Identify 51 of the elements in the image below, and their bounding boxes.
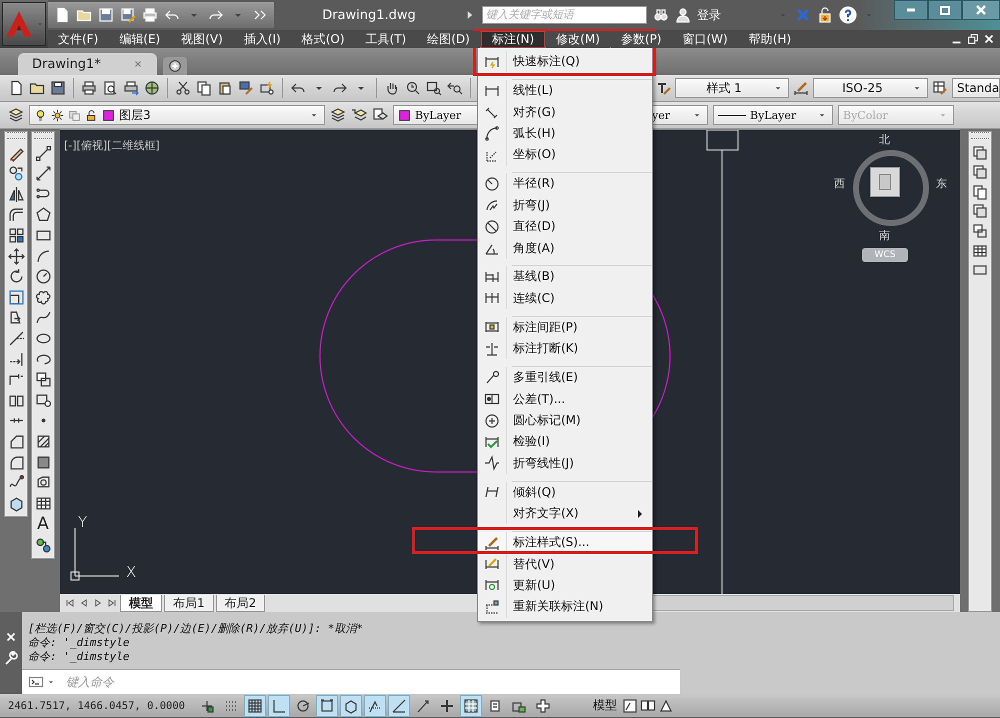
history-line: 命令: '_dimstyle [28,650,130,664]
menu-option[interactable]: 替代(V) [478,553,652,575]
menu-option[interactable]: 半径(R) [478,173,652,195]
x-axis-label: X [126,564,136,580]
dimension-style-dropdown[interactable]: ISO-25 [813,78,928,98]
menu-option[interactable]: 标注打断(K) [478,338,652,360]
menu-option[interactable]: 基线(B) [478,266,652,288]
compass-west: 西 [834,176,845,191]
y-axis-label: Y [78,514,88,530]
layout-tab[interactable]: 模型 [120,594,162,612]
search-field[interactable]: 键入关键字或短语 [482,6,647,24]
menu-item[interactable]: 标注(N) [480,30,546,48]
compass-north: 北 [879,132,890,147]
menu-option[interactable]: 坐标(O) [478,144,652,166]
menu-option[interactable]: 快速标注(Q) [478,51,652,72]
layout-tab[interactable]: 布局2 [216,594,266,612]
file-tab[interactable]: Drawing1* [18,53,157,75]
menu-option[interactable]: 角度(A) [478,237,652,259]
compass-south: 南 [879,228,890,243]
coordinates: 2461.7517, 1466.0457, 0.0000 [7,700,186,712]
window-title: Drawing1.dwg [321,8,417,22]
menu-option[interactable]: 连续(C) [478,288,652,310]
menu-option[interactable]: 倾斜(Q) [478,482,652,503]
layer-dropdown[interactable]: 图层3 [29,105,325,125]
compass-east: 东 [936,176,947,191]
history-line: 命令: '_dimstyle [28,636,130,650]
menu-option[interactable]: 公差(T)... [478,388,652,410]
menu-option[interactable]: 折弯线性(J) [478,452,652,474]
menu-option[interactable]: 线性(L) [478,80,652,102]
text-style-dropdown[interactable]: 样式 1 [675,78,789,98]
menu-item[interactable]: 修改(M) [546,30,610,48]
viewport-controls[interactable]: [-][俯视][二维线框] [64,138,160,153]
tab-label: Drawing1* [32,56,101,72]
layout-tab[interactable]: 布局1 [164,594,214,612]
menu-option[interactable]: 标注间距(P) [478,316,652,338]
menu-option[interactable]: 更新(U) [478,574,652,596]
menu-option[interactable]: 圆心标记(M) [478,410,652,432]
menu-option[interactable]: 多重引线(E) [478,367,652,388]
menu-option[interactable]: 重新关联标注(N) [478,596,652,618]
sign-in-link[interactable]: 登录 [697,6,721,24]
menu-option[interactable]: 检验(I) [478,431,652,453]
menu-option[interactable]: 对齐文字(X) [478,502,652,524]
lineweight-dropdown[interactable]: ByLayer [713,105,833,125]
menu-option[interactable]: 直径(D) [478,216,652,238]
model-space-button[interactable]: 模型 [590,697,620,714]
history-line: [栏选(F)/窗交(C)/投影(P)/边(E)/删除(R)/放弃(U)]: *取消* [28,622,364,636]
menu-option[interactable]: 折弯(J) [478,194,652,216]
multiline-text-tool[interactable]: A [37,515,49,534]
menu-option[interactable]: 弧长(H) [478,122,652,144]
table-style-dropdown[interactable]: Standa [952,78,1000,98]
command-input[interactable]: 键入命令 [62,670,680,694]
